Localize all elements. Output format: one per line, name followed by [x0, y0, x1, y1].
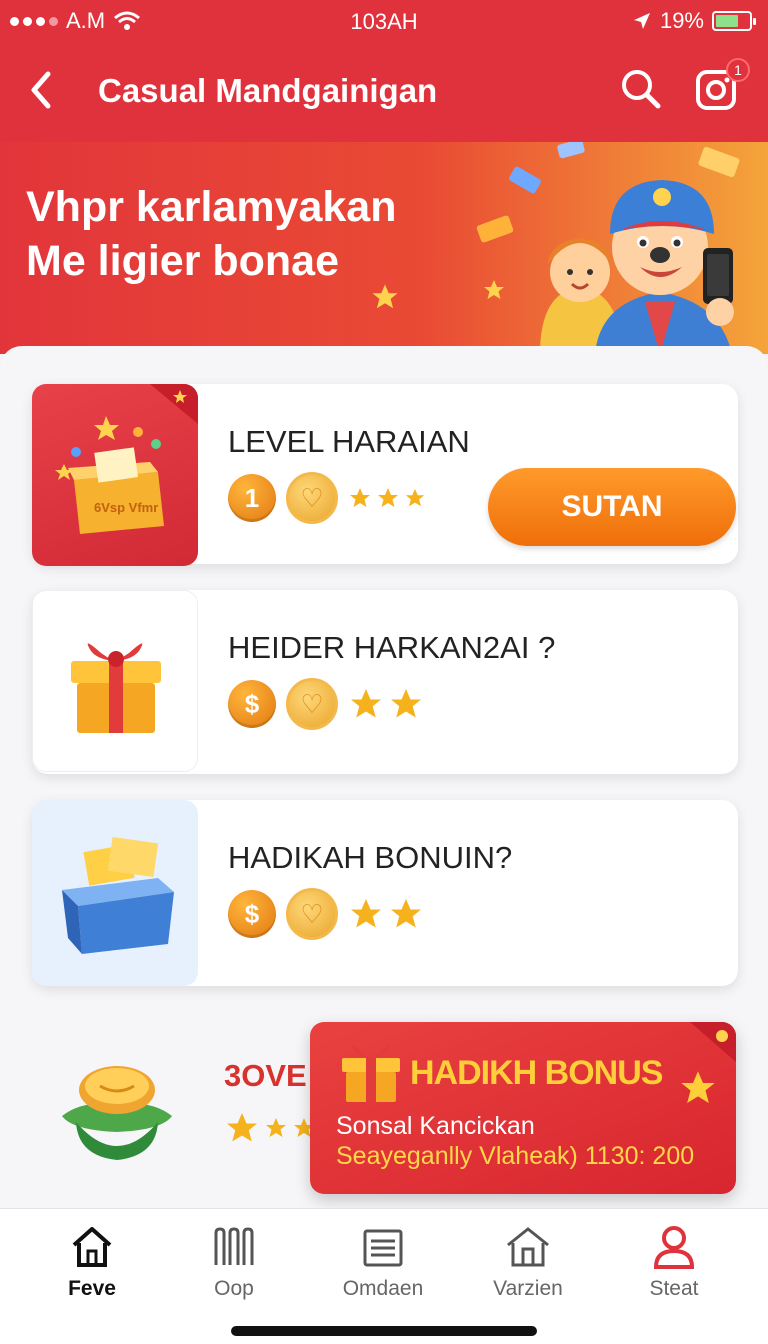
reward-indicators: $ ♡ — [228, 888, 424, 940]
thumbnail-box-label: 6Vsp Vfmr — [94, 500, 158, 515]
tab-oop[interactable]: Oop — [174, 1223, 294, 1301]
status-bar: A.M 103AH 19% — [0, 0, 768, 44]
star-icon — [227, 1113, 257, 1142]
star-icon — [378, 488, 398, 507]
bonus-popup[interactable]: HADIKH BONUS Sonsal Kancickan Seayeganll… — [310, 1022, 736, 1194]
list-item[interactable]: 6Vsp Vfmr LEVEL HARAIAN 1 ♡ SUTAN — [32, 384, 738, 566]
notification-badge: 1 — [726, 58, 750, 82]
banner-star-icon — [372, 284, 398, 309]
card-title: HEIDER HARKAN2AI ? — [228, 630, 556, 665]
reward-thumbnail — [32, 800, 198, 986]
coin-bowl-icon — [62, 1066, 172, 1160]
columns-icon — [214, 1227, 254, 1265]
bonus-line-1: Sonsal Kancickan — [336, 1112, 535, 1140]
document-icon — [363, 1229, 403, 1267]
heart-coin-icon: ♡ — [286, 678, 338, 730]
page-title: Casual Mandgainigan — [98, 72, 438, 109]
search-icon — [622, 70, 661, 109]
star-icon — [351, 899, 381, 928]
reward-thumbnail — [32, 590, 198, 772]
back-button[interactable] — [26, 68, 58, 112]
card-title: 3OVE — [224, 1058, 307, 1093]
store-icon — [507, 1227, 549, 1267]
home-icon — [72, 1227, 112, 1267]
banner-headline: Vhpr karlamyakan Me ligier bonae — [26, 180, 396, 288]
battery-percent: 19% — [659, 8, 704, 33]
tab-label: Feve — [68, 1277, 116, 1300]
reward-indicators: 1 ♡ — [228, 472, 426, 524]
banner-line-1: Vhpr karlamyakan — [26, 183, 397, 231]
ticket-box-icon — [62, 836, 174, 954]
tab-label: Oop — [214, 1277, 254, 1300]
star-icon — [681, 1071, 715, 1103]
corner-badge-icon — [690, 1022, 736, 1062]
coin-badge: $ — [228, 890, 276, 938]
search-button[interactable] — [618, 66, 664, 112]
gift-box-icon: 6Vsp Vfmr — [55, 416, 164, 534]
profile-icon — [653, 1226, 695, 1269]
mascot-illustration — [476, 142, 740, 354]
location-arrow-icon — [633, 13, 650, 29]
coin-badge: 1 — [228, 474, 276, 522]
chevron-left-icon — [31, 71, 51, 109]
tab-varzien[interactable]: Varzien — [468, 1223, 588, 1301]
card-title: LEVEL HARAIAN — [228, 424, 470, 459]
star-icon — [391, 689, 421, 718]
tab-label: Varzien — [493, 1277, 563, 1300]
app-header: A.M 103AH 19% Casual Mandgainigan 1 — [0, 0, 768, 142]
list-item[interactable]: 3OVE — [32, 1010, 314, 1200]
claim-button[interactable]: SUTAN — [488, 468, 736, 546]
bonus-line-2: Seayeganlly Vlaheak) 1130: 200 — [336, 1142, 695, 1170]
reward-thumbnail: 6Vsp Vfmr — [32, 384, 198, 566]
tab-omdaen[interactable]: Omdaen — [323, 1223, 443, 1301]
tab-label: Steat — [649, 1277, 699, 1300]
promo-banner[interactable]: Vhpr karlamyakan Me ligier bonae — [0, 142, 768, 354]
home-indicator — [231, 1326, 537, 1336]
stars-rating — [348, 896, 424, 932]
battery-icon — [712, 11, 756, 31]
tab-label: Omdaen — [342, 1277, 424, 1300]
gift-box-icon — [342, 1044, 400, 1102]
list-item[interactable]: HADIKAH BONUIN? $ ♡ — [32, 800, 738, 986]
heart-coin-icon: ♡ — [286, 888, 338, 940]
card-title: HADIKAH BONUIN? — [228, 840, 513, 875]
star-icon — [350, 488, 370, 507]
reward-indicators: $ ♡ — [228, 678, 424, 730]
coin-badge: $ — [228, 680, 276, 728]
star-icon — [391, 899, 421, 928]
star-icon — [405, 488, 425, 507]
stars-rating — [348, 686, 424, 722]
heart-coin-icon: ♡ — [286, 472, 338, 524]
corner-badge-icon — [150, 384, 198, 424]
tab-home[interactable]: Feve — [32, 1223, 152, 1301]
stars-rating — [224, 1110, 316, 1146]
banner-line-2: Me ligier bonae — [26, 237, 340, 285]
star-icon — [266, 1118, 286, 1137]
list-item[interactable]: HEIDER HARKAN2AI ? $ ♡ — [32, 590, 738, 774]
bottom-tab-bar: Feve Oop Omdaen Varzien Steat — [0, 1208, 768, 1344]
tab-steat[interactable]: Steat — [614, 1223, 734, 1301]
bonus-title: HADIKH BONUS — [410, 1054, 663, 1092]
stars-rating — [348, 486, 426, 510]
gift-box-icon — [71, 643, 161, 733]
star-icon — [351, 689, 381, 718]
